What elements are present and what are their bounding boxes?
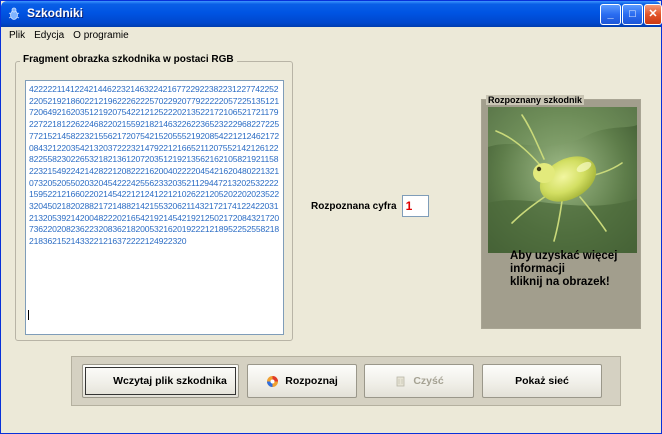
- rgb-fragment-group: Fragment obrazka szkodnika w postaci RGB…: [15, 54, 293, 341]
- eraser-icon: [396, 376, 405, 386]
- close-icon: ✕: [648, 8, 658, 20]
- recognized-digit-row: Rozpoznana cyfra 1: [311, 194, 429, 218]
- menu-item-o-programie[interactable]: O programie: [73, 30, 129, 41]
- rgb-fragment-title: Fragment obrazka szkodnika w postaci RGB: [20, 54, 237, 65]
- window-title: Szkodniki: [27, 6, 84, 20]
- bug-icon: [8, 7, 20, 20]
- file-icon: [94, 375, 107, 388]
- recognize-label: Rozpoznaj: [285, 375, 338, 387]
- show-network-button[interactable]: Pokaż sieć: [482, 364, 602, 398]
- maximize-button[interactable]: □: [622, 4, 643, 25]
- recognized-pest-title: Rozpoznany szkodnik: [486, 95, 585, 105]
- pest-caption-line: Aby uzyskać więcej: [510, 250, 618, 262]
- pest-caption-line: informacji: [510, 263, 565, 275]
- rgb-text-area[interactable]: 4222221141224214462232146322421677229223…: [25, 80, 284, 335]
- recognize-orb-icon: [267, 375, 279, 387]
- pest-caption: Aby uzyskać więcej informacji kliknij na…: [488, 250, 638, 289]
- recognized-pest-group: Rozpoznany szkodnik Aby uzyskać więcej i…: [481, 95, 641, 329]
- minimize-button[interactable]: _: [600, 4, 621, 25]
- minimize-icon: _: [607, 8, 614, 20]
- maximize-icon: □: [629, 8, 636, 20]
- recognized-digit-field[interactable]: 1: [401, 195, 429, 217]
- rgb-values-text: 4222221141224214462232146322421677229223…: [29, 84, 279, 247]
- pest-caption-line: kliknij na obrazek!: [510, 276, 610, 288]
- close-button[interactable]: ✕: [644, 4, 662, 25]
- load-file-label: Wczytaj plik szkodnika: [113, 375, 227, 387]
- clear-label: Czyść: [413, 375, 444, 387]
- button-panel: Wczytaj plik szkodnika Rozpoznaj Czyść P…: [71, 356, 621, 406]
- menu-bar: Plik Edycja O programie: [1, 27, 661, 44]
- recognize-button[interactable]: Rozpoznaj: [247, 364, 357, 398]
- show-network-label: Pokaż sieć: [515, 375, 569, 387]
- menu-item-plik[interactable]: Plik: [9, 30, 25, 41]
- clear-button[interactable]: Czyść: [364, 364, 474, 398]
- main-window: Szkodniki _ □ ✕ Plik Edycja O programie …: [0, 0, 662, 434]
- menu-item-edycja[interactable]: Edycja: [34, 30, 64, 41]
- text-caret: [28, 310, 29, 320]
- load-file-button[interactable]: Wczytaj plik szkodnika: [82, 364, 239, 398]
- title-bar[interactable]: Szkodniki _ □ ✕: [1, 1, 662, 27]
- recognized-digit-label: Rozpoznana cyfra: [311, 200, 397, 212]
- pest-image[interactable]: [488, 107, 637, 253]
